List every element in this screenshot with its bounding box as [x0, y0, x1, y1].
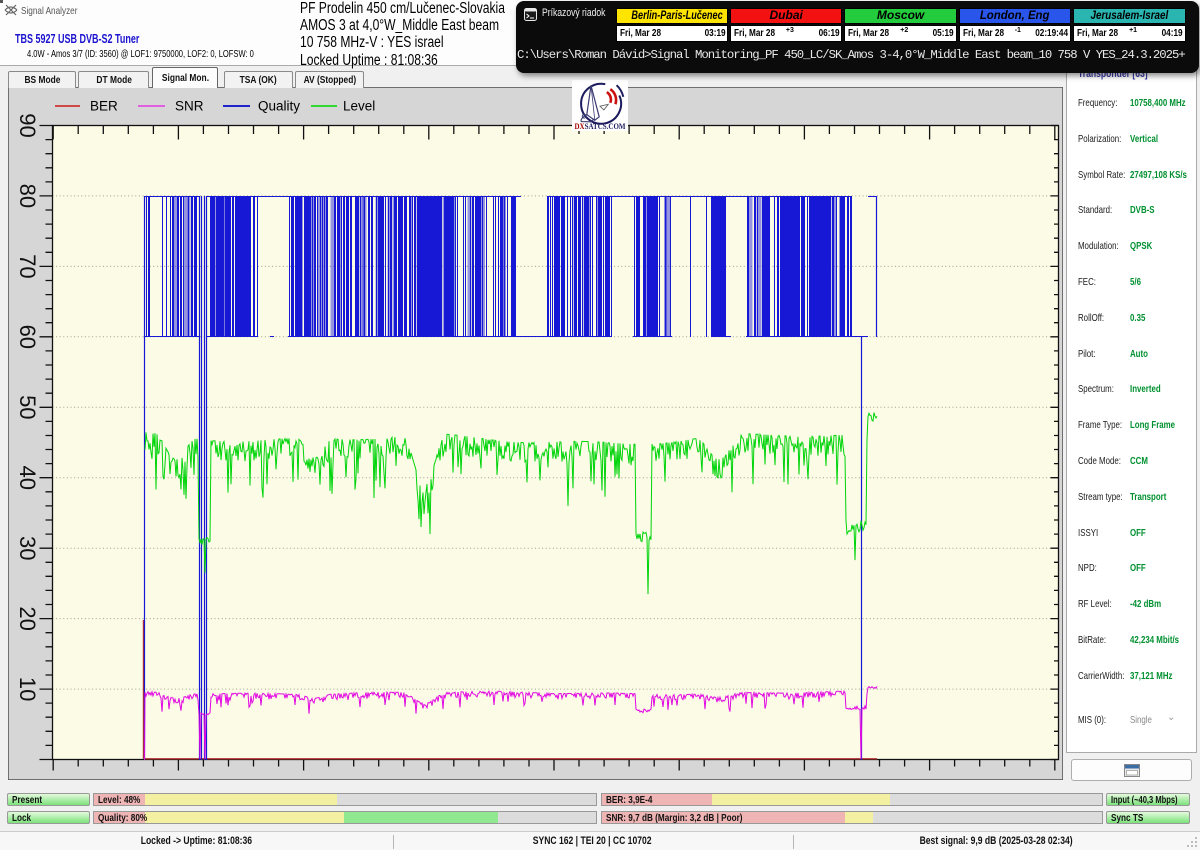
- svg-text:50: 50: [15, 395, 40, 419]
- svg-text:10: 10: [15, 677, 40, 701]
- svg-text:60: 60: [15, 325, 40, 349]
- svg-text:BER: BER: [90, 99, 118, 114]
- svg-text:80: 80: [15, 184, 40, 208]
- svg-text:30: 30: [15, 536, 40, 560]
- svg-text:Quality: Quality: [258, 99, 300, 114]
- svg-text:70: 70: [15, 254, 40, 278]
- svg-text:DXSATCS.COM: DXSATCS.COM: [575, 121, 626, 131]
- svg-text:40: 40: [15, 465, 40, 489]
- svg-text:90: 90: [15, 113, 40, 137]
- svg-text:SNR: SNR: [175, 99, 204, 114]
- svg-text:Level: Level: [343, 99, 375, 114]
- svg-text:20: 20: [15, 606, 40, 630]
